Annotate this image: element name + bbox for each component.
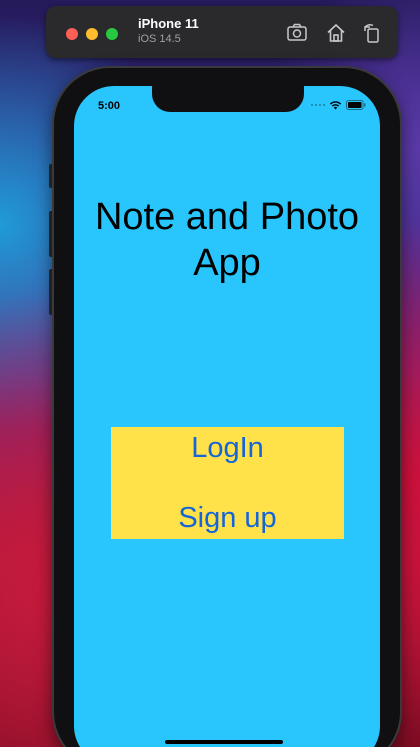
app-title: Note and Photo App (94, 196, 360, 284)
app-screen: 5:00 Note and Photo App LogIn Sign up (74, 86, 380, 747)
status-bar-time: 5:00 (98, 100, 121, 112)
minimize-window-button[interactable] (86, 28, 98, 40)
auth-button-panel: LogIn Sign up (111, 427, 344, 539)
home-indicator (165, 740, 283, 744)
simulator-toolbar: iPhone 11 iOS 14.5 (46, 6, 398, 58)
device-name: iPhone 11 (138, 16, 199, 31)
wifi-icon (329, 100, 342, 110)
screenshot-icon[interactable] (286, 22, 308, 44)
device-os-version: iOS 14.5 (138, 33, 181, 45)
signal-icon (311, 104, 325, 106)
home-icon[interactable] (325, 22, 347, 44)
battery-icon (346, 100, 366, 110)
zoom-window-button[interactable] (106, 28, 118, 40)
status-bar-icons (311, 100, 366, 110)
close-window-button[interactable] (66, 28, 78, 40)
rotate-icon[interactable] (361, 22, 383, 44)
login-button[interactable]: LogIn (111, 427, 344, 469)
signup-button[interactable]: Sign up (111, 497, 344, 539)
notch (152, 86, 304, 112)
